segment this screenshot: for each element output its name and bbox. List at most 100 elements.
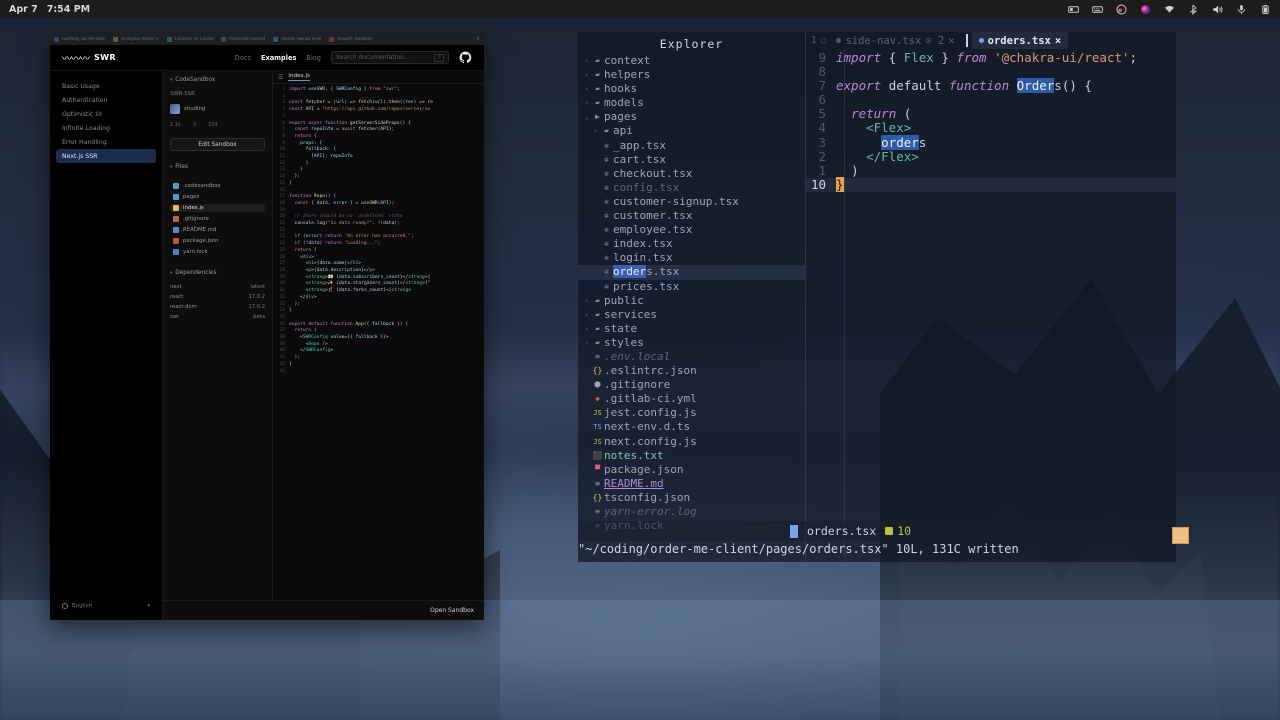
tree-file-item[interactable]: ✲ index.tsx	[578, 237, 805, 251]
battery-icon[interactable]	[1260, 4, 1271, 15]
tree-file-item[interactable]: {} .eslintrc.json	[578, 364, 805, 378]
github-icon[interactable]	[459, 51, 472, 64]
tree-folder-item[interactable]: › ▰ models	[578, 96, 805, 110]
tree-item-label: tsconfig.json	[604, 490, 691, 504]
tree-folder-item[interactable]: › ▰ hooks	[578, 82, 805, 96]
browser-tab[interactable]: Import Adapter	[329, 36, 372, 42]
tree-folder-item[interactable]: › ▰ context	[578, 54, 805, 68]
swr-sidebar-item[interactable]: Optimistic UI	[56, 107, 156, 121]
sandbox-code-tab[interactable]: index.js	[288, 73, 310, 81]
buffer-tab[interactable]: orders.tsx ×	[971, 32, 1069, 49]
sandbox-file-item[interactable]: index.js	[170, 204, 265, 212]
tree-file-item[interactable]: JS jest.config.js	[578, 406, 805, 420]
swr-sidebar-item[interactable]: Next.js SSR	[56, 149, 156, 163]
wifi-icon[interactable]	[1164, 4, 1175, 15]
language-selector[interactable]: English ▾	[56, 600, 156, 612]
swr-sidebar-item[interactable]: Authentication	[56, 93, 156, 107]
tree-folder-item[interactable]: ⌄ ▶ pages	[578, 110, 805, 124]
close-icon[interactable]: ×	[948, 35, 954, 47]
sandbox-file-item[interactable]: pages	[170, 193, 265, 201]
keyboard-icon[interactable]	[1092, 4, 1103, 15]
tree-item-label: README.md	[604, 476, 664, 490]
tree-folder-item[interactable]: › ▰ public	[578, 294, 805, 308]
tree-folder-item[interactable]: › ▰ api	[578, 124, 805, 138]
tree-file-item[interactable]: ✲ config.tsx	[578, 181, 805, 195]
browser-tab[interactable]: Getting Up Periods	[54, 36, 105, 42]
neovim-cmdline: "~/coding/order-me-client/pages/orders.t…	[578, 542, 1019, 556]
tree-file-item[interactable]: ▀ package.json	[578, 463, 805, 477]
tree-file-item[interactable]: ✲ cart.tsx	[578, 153, 805, 167]
orb-icon[interactable]	[1140, 4, 1151, 15]
code-text: };	[289, 174, 301, 180]
tree-file-item[interactable]: ✲ employee.tsx	[578, 223, 805, 237]
swr-logo[interactable]: 〰〰〰 SWR	[62, 50, 116, 65]
tree-folder-item[interactable]: › ▰ styles	[578, 336, 805, 350]
editor-line: 2 </Flex>	[806, 149, 1176, 164]
browser-tabstrip[interactable]: Getting Up Periods Analysis Reset S Cleane…	[50, 33, 484, 45]
swr-sidebar-item[interactable]: Error Handling	[56, 135, 156, 149]
sandbox-file-item[interactable]: .codesandbox	[170, 182, 265, 190]
tree-file-item[interactable]: {} tsconfig.json	[578, 491, 805, 505]
buffer-tabline[interactable]: 1 ○ side-nav.tsx ⊙ 2 × orders.tsx ×	[806, 32, 1176, 49]
tree-file-item[interactable]: ✲ orders.tsx	[578, 265, 805, 280]
swr-sidebar-item[interactable]: Infinite Loading	[56, 121, 156, 135]
swr-nav-link[interactable]: Examples	[261, 54, 296, 62]
close-icon[interactable]: ×	[1055, 35, 1061, 47]
tree-file-item[interactable]: ✲ customer.tsx	[578, 209, 805, 223]
menu-icon[interactable]: ☰	[278, 74, 283, 81]
tree-file-item[interactable]: ≡ README.md	[578, 477, 805, 491]
tree-file-item[interactable]: ⬛ notes.txt	[578, 449, 805, 463]
files-section-header[interactable]: ▾ Files	[170, 164, 265, 170]
tree-file-item[interactable]: ⬢ .gitignore	[578, 378, 805, 392]
favicon-icon	[166, 36, 172, 42]
codesandbox-section-header[interactable]: ▾ CodeSandbox	[170, 77, 265, 83]
browser-tab[interactable]: Provision Result	[221, 36, 265, 42]
file-explorer[interactable]: Explorer › ▰ context › ▰ helpers › ▰ hooks › ▰ mode…	[578, 32, 806, 562]
browser-window[interactable]: Getting Up Periods Analysis Reset S Cleane…	[50, 33, 484, 620]
tree-folder-item[interactable]: › ▰ state	[578, 322, 805, 336]
browser-tab[interactable]: Cleaner of Comb	[166, 36, 213, 42]
sandbox-file-item[interactable]: .gitignore	[170, 215, 265, 223]
code-line: 4 const API = "https://api.github.com/rep…	[273, 107, 484, 114]
tree-folder-item[interactable]: › ▰ services	[578, 308, 805, 322]
browser-tab[interactable]: Analysis Reset S	[113, 36, 159, 42]
open-sandbox-button[interactable]: Open Sandbox	[430, 607, 474, 614]
tree-file-item[interactable]: ✲ login.tsx	[578, 251, 805, 265]
sandbox-code-tabs[interactable]: ☰ index.js	[273, 71, 484, 84]
tree-file-item[interactable]: ✲ customer-signup.tsx	[578, 195, 805, 209]
tree-file-item[interactable]: ✲ _app.tsx	[578, 139, 805, 153]
tree-file-item[interactable]: ✲ checkout.tsx	[578, 167, 805, 181]
browser-tab-label: Home Swipe Free	[281, 36, 322, 42]
neovim-window[interactable]: Explorer › ▰ context › ▰ helpers › ▰ hooks › ▰ mode…	[578, 32, 1176, 562]
volume-icon[interactable]	[1212, 4, 1223, 15]
swr-nav-link[interactable]: Docs	[235, 54, 251, 62]
swr-sidebar-item[interactable]: Basic Usage	[56, 79, 156, 93]
sandbox-author[interactable]: shuding	[170, 104, 265, 114]
topbar-clock[interactable]: Apr 7 7:54 PM	[9, 4, 90, 15]
tree-folder-item[interactable]: › ▰ helpers	[578, 68, 805, 82]
code-line: 32 </div>	[273, 295, 484, 302]
obs-icon[interactable]	[1116, 3, 1127, 15]
sandbox-file-item[interactable]: yarn.lock	[170, 248, 265, 256]
codesandbox-embed[interactable]: ▾ CodeSandbox SWR-SSR shuding 1.1k 3 324…	[162, 71, 484, 620]
buffer-tab[interactable]: side-nav.tsx ⊙ 2 ×	[829, 32, 961, 49]
swr-nav-link[interactable]: Blog	[306, 54, 321, 62]
tree-file-item[interactable]: ≡ .env.local	[578, 350, 805, 364]
sandbox-file-item[interactable]: README.md	[170, 226, 265, 234]
tree-file-item[interactable]: ✲ prices.tsx	[578, 280, 805, 294]
search-input[interactable]: Search documentation... /	[331, 51, 449, 64]
deps-section-header[interactable]: ▾ Dependencies	[170, 270, 265, 276]
edit-sandbox-button[interactable]: Edit Sandbox	[170, 138, 265, 151]
tree-file-item[interactable]: ◆ .gitlab-ci.yml	[578, 392, 805, 406]
tree-file-item[interactable]: TS next-env.d.ts	[578, 420, 805, 434]
editor-code-area[interactable]: 9 import { Flex } from '@chakra-ui/react'…	[806, 49, 1176, 562]
tree-file-item[interactable]: JS next.config.js	[578, 435, 805, 449]
layout-icon[interactable]	[1068, 4, 1079, 15]
sandbox-file-item[interactable]: package.json	[170, 237, 265, 245]
code-line: 41 );	[273, 355, 484, 362]
bluetooth-icon[interactable]	[1188, 4, 1199, 15]
tree-file-item[interactable]: ≡ yarn-error.log	[578, 505, 805, 519]
close-icon[interactable]: ×	[476, 36, 480, 42]
browser-tab[interactable]: Home Swipe Free	[273, 36, 322, 42]
microphone-icon[interactable]	[1236, 4, 1247, 15]
